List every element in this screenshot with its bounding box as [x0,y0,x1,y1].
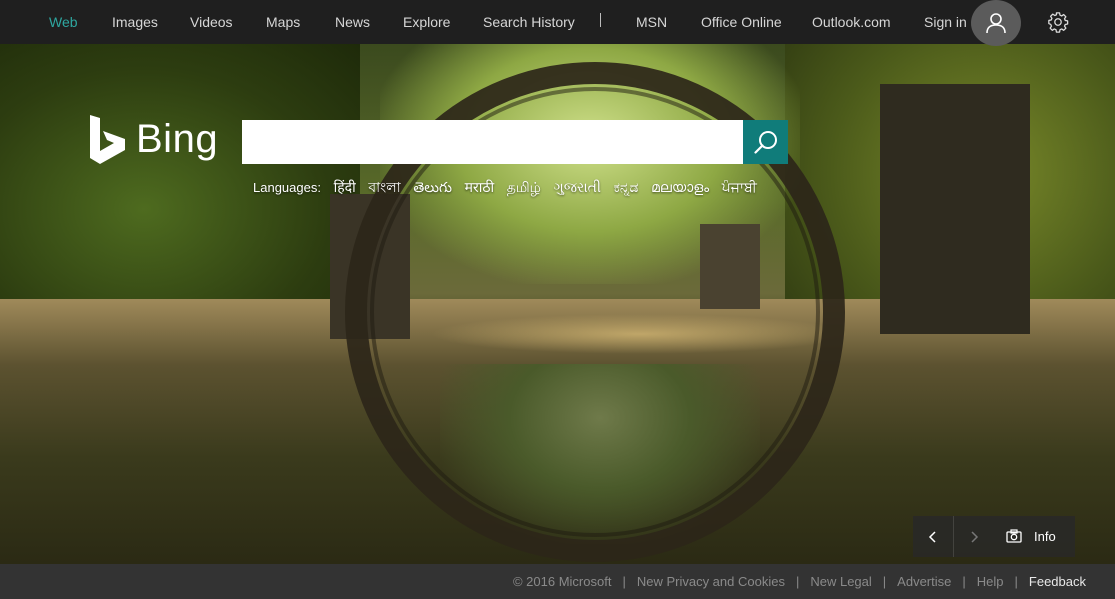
footer-separator: | [795,574,800,589]
footer: © 2016 Microsoft | New Privacy and Cookies… [0,564,1115,599]
nav-search-history[interactable]: Search History [483,14,575,30]
camera-icon[interactable] [1006,528,1022,544]
language-punjabi[interactable]: ਪੰਜਾਬੀ [722,179,757,195]
chevron-left-icon [928,530,936,543]
footer-link-privacy[interactable]: New Privacy and Cookies [637,574,785,589]
language-bengali[interactable]: বাংলা [368,179,400,195]
image-info-box: Info [913,516,1075,557]
nav-explore[interactable]: Explore [403,14,450,30]
search-input[interactable] [242,120,743,164]
nav-maps[interactable]: Maps [266,14,300,30]
info-link[interactable]: Info [1034,529,1056,544]
feedback-link[interactable]: Feedback [1029,574,1086,589]
language-tamil[interactable]: தமிழ் [507,179,541,195]
previous-image-button[interactable] [913,516,953,557]
language-marathi[interactable]: मराठी [465,179,494,195]
user-icon [986,13,1006,34]
footer-link-advertise[interactable]: Advertise [897,574,951,589]
next-image-button[interactable] [953,516,994,557]
language-gujarati[interactable]: ગુજરાતી [554,179,601,195]
top-nav-bar: Web Images Videos Maps News Explore Sear… [0,0,1115,46]
footer-links: © 2016 Microsoft | New Privacy and Cookies… [513,574,1086,589]
languages-bar: Languages: हिंदी বাংলা తెలుగు मराठी தமிழ… [253,176,757,200]
nav-web[interactable]: Web [49,14,78,30]
bing-logo-icon [90,115,125,164]
sign-in-link[interactable]: Sign in [924,14,967,30]
bing-logo[interactable]: Bing [88,113,218,165]
footer-link-legal[interactable]: New Legal [810,574,871,589]
nav-outlook[interactable]: Outlook.com [812,14,891,30]
avatar-button[interactable] [971,0,1021,46]
languages-label: Languages: [253,180,321,195]
nav-msn[interactable]: MSN [636,14,667,30]
language-kannada[interactable]: ಕನ್ನಡ [614,179,639,195]
language-hindi[interactable]: हिंदी [334,179,356,195]
copyright-text: © 2016 Microsoft [512,574,612,589]
footer-separator: | [882,574,887,589]
footer-separator: | [962,574,966,589]
footer-separator: | [622,574,626,589]
rock-pillar-right [880,84,1030,334]
language-telugu[interactable]: తెలుగు [413,179,452,195]
language-malayalam[interactable]: മലയാളം [651,179,709,195]
gear-icon[interactable] [1047,11,1069,33]
nav-news[interactable]: News [335,14,370,30]
footer-link-help[interactable]: Help [977,574,1004,589]
nav-office-online[interactable]: Office Online [701,14,782,30]
nav-videos[interactable]: Videos [190,14,233,30]
footer-separator: | [1014,574,1018,589]
search-icon [753,131,777,154]
logo-text: Bing [136,116,219,161]
search-button[interactable] [743,120,788,164]
nav-divider [600,13,601,27]
chevron-right-icon [971,530,979,543]
nav-images[interactable]: Images [112,14,158,30]
